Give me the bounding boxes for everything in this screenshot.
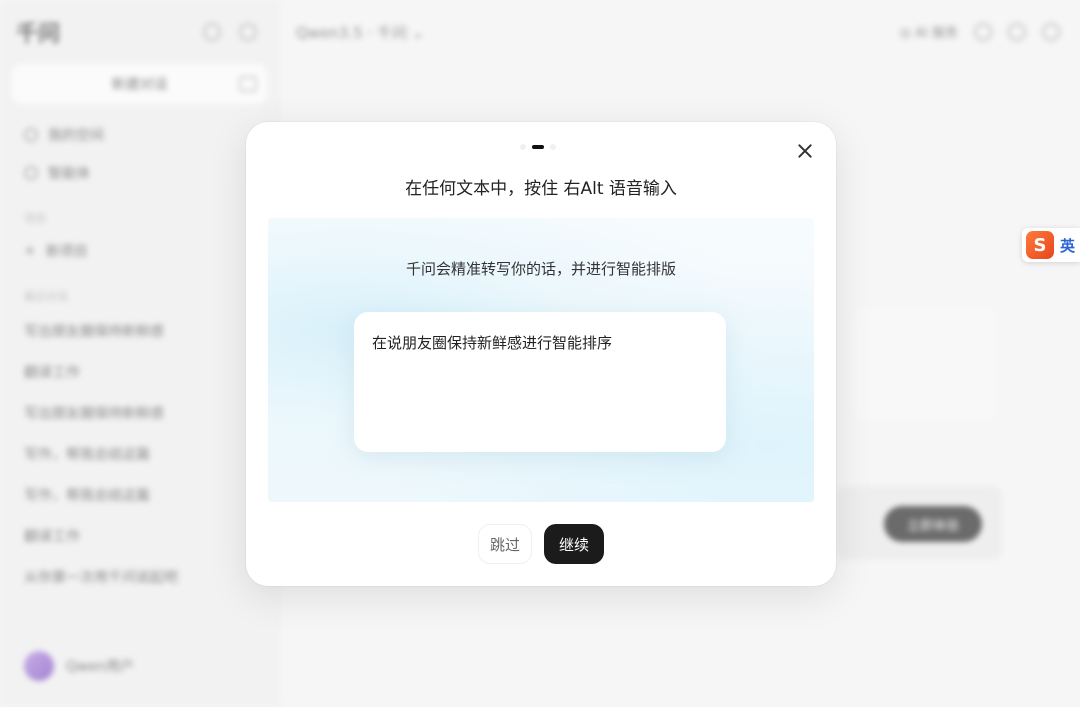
voice-input-onboarding-dialog: 在任何文本中，按住 右Alt 语音输入 千问会精准转写你的话，并进行智能排版 在… bbox=[246, 122, 836, 586]
step-dot-active bbox=[532, 145, 544, 149]
skip-button[interactable]: 跳过 bbox=[478, 524, 532, 564]
demo-illustration: 千问会精准转写你的话，并进行智能排版 在说朋友圈保持新鲜感进行智能排序 bbox=[268, 218, 814, 502]
step-dot bbox=[550, 144, 556, 150]
step-indicator bbox=[520, 144, 556, 150]
sogou-ime-logo-icon: S bbox=[1026, 231, 1054, 259]
demo-subtitle: 千问会精准转写你的话，并进行智能排版 bbox=[405, 260, 676, 278]
dialog-actions: 跳过 继续 bbox=[246, 524, 836, 564]
demo-transcribed-text: 在说朋友圈保持新鲜感进行智能排序 bbox=[372, 334, 613, 352]
demo-text-card: 在说朋友圈保持新鲜感进行智能排序 bbox=[354, 312, 726, 452]
app-window: 千问 新建对话 我的空间 智能体 项目 + 新项目 最近对话 写出朋友圈保持新鲜… bbox=[0, 0, 1080, 707]
continue-button[interactable]: 继续 bbox=[544, 524, 604, 564]
step-dot bbox=[520, 144, 526, 150]
dialog-title: 在任何文本中，按住 右Alt 语音输入 bbox=[405, 179, 677, 199]
close-icon[interactable] bbox=[794, 140, 816, 162]
ime-status-indicator[interactable]: S 英 bbox=[1022, 228, 1080, 262]
ime-language-mode: 英 bbox=[1060, 236, 1076, 255]
